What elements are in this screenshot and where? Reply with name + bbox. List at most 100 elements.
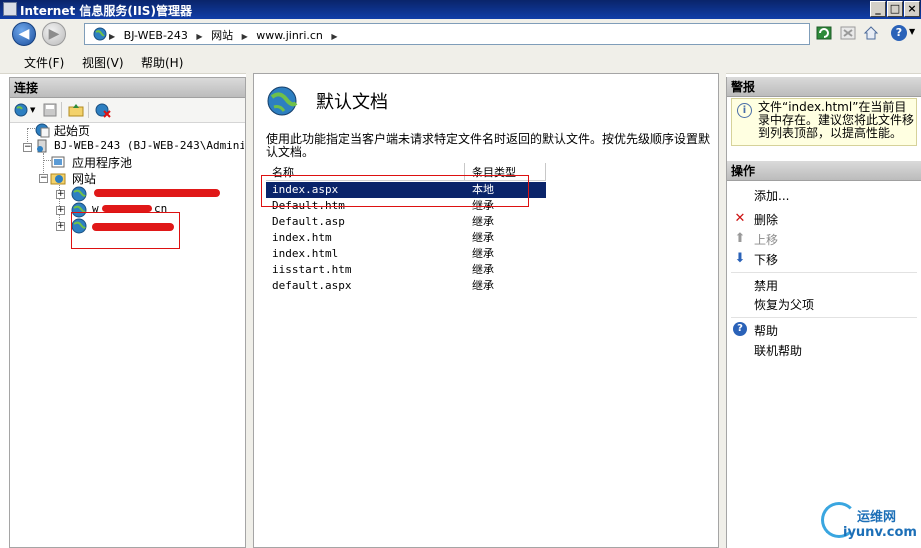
action-delete[interactable]: 删除	[754, 211, 778, 228]
globe-icon	[93, 27, 107, 41]
actions-header: 操作	[727, 161, 921, 181]
expand-icon[interactable]: +	[56, 190, 65, 199]
redaction-scribble	[102, 205, 152, 212]
menu-help[interactable]: 帮助(H)	[141, 54, 183, 71]
maximize-button[interactable]: □	[887, 1, 903, 17]
arrow-down-icon: ⬇	[734, 251, 746, 266]
forward-button[interactable]: ▶	[42, 22, 66, 46]
annotation-red-box	[261, 175, 529, 207]
site-watermark: 运维网 iyunv.com	[815, 498, 921, 548]
row-document-name: index.htm	[272, 231, 332, 244]
disconnect-icon[interactable]	[95, 102, 111, 118]
watermark-bottom-text: iyunv.com	[843, 525, 917, 540]
window-title: Internet 信息服务(IIS)管理器	[20, 4, 192, 18]
info-icon: i	[737, 103, 752, 118]
chevron-right-icon: ▶	[109, 32, 116, 41]
action-disable[interactable]: 禁用	[754, 277, 778, 294]
list-row[interactable]: iisstart.htm 继承	[266, 262, 546, 278]
row-document-name: Default.asp	[272, 215, 345, 228]
toolbar-divider	[88, 102, 89, 118]
expand-icon[interactable]: +	[56, 206, 65, 215]
home-icon[interactable]	[863, 25, 879, 41]
action-move-down[interactable]: 下移	[754, 251, 778, 268]
expand-icon[interactable]: +	[56, 222, 65, 231]
annotation-red-box	[71, 212, 180, 249]
connect-globe-icon[interactable]	[13, 102, 29, 118]
collapse-icon[interactable]: −	[23, 143, 32, 152]
back-button[interactable]: ◀	[12, 22, 36, 46]
help-icon: ?	[733, 322, 747, 336]
toolbar-divider	[61, 102, 62, 118]
list-row[interactable]: index.html 继承	[266, 246, 546, 262]
row-document-name: iisstart.htm	[272, 263, 352, 276]
title-bar: Internet 信息服务(IIS)管理器 _ □ ×	[0, 0, 921, 19]
app-pool-icon	[51, 156, 65, 168]
action-revert-to-parent[interactable]: 恢复为父项	[754, 296, 814, 313]
action-online-help[interactable]: 联机帮助	[754, 342, 802, 359]
row-entry-type: 继承	[472, 215, 494, 228]
connections-header: 连接	[10, 78, 245, 98]
row-entry-type: 继承	[472, 279, 494, 292]
breadcrumb-sites[interactable]: 网站	[211, 29, 233, 42]
tree-app-pools[interactable]: 应用程序池	[72, 154, 132, 171]
list-row[interactable]: default.aspx 继承	[266, 278, 546, 294]
page-title: 默认文档	[316, 92, 388, 113]
panel-splitter[interactable]	[719, 73, 726, 548]
alert-box: i 文件“index.html”在当前目录中存在。建议您将此文件移到列表顶部，以…	[731, 98, 917, 146]
help-dropdown-arrow-icon[interactable]: ▼	[909, 27, 915, 36]
connect-dropdown-arrow-icon[interactable]: ▼	[30, 106, 35, 114]
row-entry-type: 继承	[472, 247, 494, 260]
address-breadcrumb-box[interactable]: ▶ BJ-WEB-243 ▶ 网站 ▶ www.jinri.cn ▶	[84, 23, 810, 45]
row-document-name: default.aspx	[272, 279, 352, 292]
stop-icon[interactable]	[840, 25, 856, 41]
start-page-icon	[35, 123, 50, 138]
help-icon[interactable]: ?	[891, 25, 907, 41]
breadcrumb-site[interactable]: www.jinri.cn	[256, 29, 323, 42]
action-add[interactable]: 添加...	[754, 187, 789, 204]
minimize-button[interactable]: _	[870, 1, 886, 17]
breadcrumb-server[interactable]: BJ-WEB-243	[124, 29, 188, 42]
list-row[interactable]: Default.asp 继承	[266, 214, 546, 230]
actions-panel: 警报 i 文件“index.html”在当前目录中存在。建议您将此文件移到列表顶…	[726, 77, 921, 548]
up-level-folder-icon[interactable]	[68, 102, 84, 118]
alerts-header: 警报	[727, 77, 921, 97]
action-move-up[interactable]: 上移	[754, 231, 778, 248]
panel-splitter[interactable]	[246, 73, 253, 548]
back-arrow-icon: ◀	[18, 26, 30, 42]
menu-file[interactable]: 文件(F)	[24, 54, 64, 71]
tree-server[interactable]: BJ-WEB-243 (BJ-WEB-243\Administr	[54, 139, 244, 152]
delete-x-icon: ✕	[734, 211, 746, 226]
alert-text: 文件“index.html”在当前目录中存在。建议您将此文件移到列表顶部，以提高…	[758, 100, 915, 140]
connections-panel: 连接 ▼ 起始页 − BJ-WEB-243 (BJ-WEB-243\Admini…	[9, 77, 246, 548]
list-row[interactable]: index.htm 继承	[266, 230, 546, 246]
feature-description: 使用此功能指定当客户端未请求特定文件名时返回的默认文件。按优先级顺序设置默认文档…	[266, 132, 711, 159]
feature-panel: 默认文档 使用此功能指定当客户端未请求特定文件名时返回的默认文件。按优先级顺序设…	[253, 73, 719, 548]
forward-arrow-icon: ▶	[48, 26, 60, 42]
address-toolbar: ◀ ▶ ▶ BJ-WEB-243 ▶ 网站 ▶ www.jinri.cn ▶ ?…	[0, 19, 921, 51]
collapse-icon[interactable]: −	[39, 174, 48, 183]
action-divider	[731, 272, 917, 273]
column-divider[interactable]	[545, 163, 546, 180]
chevron-right-icon: ▶	[196, 32, 203, 41]
server-icon	[37, 139, 47, 153]
default-document-globe-icon	[267, 86, 298, 116]
chevron-right-icon: ▶	[331, 32, 338, 41]
iis-app-icon	[3, 2, 17, 16]
action-divider	[731, 317, 917, 318]
menu-bar: 文件(F) 视图(V) 帮助(H)	[0, 50, 921, 74]
menu-view[interactable]: 视图(V)	[82, 54, 124, 71]
action-help[interactable]: 帮助	[754, 322, 778, 339]
watermark-top-text: 运维网	[857, 510, 897, 525]
refresh-icon[interactable]	[816, 25, 832, 41]
row-entry-type: 继承	[472, 231, 494, 244]
redaction-scribble	[94, 189, 220, 197]
connections-toolbar: ▼	[10, 98, 245, 123]
row-entry-type: 继承	[472, 263, 494, 276]
arrow-up-icon: ⬆	[734, 231, 746, 246]
tree-start-page[interactable]: 起始页	[54, 122, 90, 139]
row-document-name: index.html	[272, 247, 339, 260]
close-button[interactable]: ×	[904, 1, 920, 17]
save-icon[interactable]	[42, 102, 58, 118]
chevron-right-icon: ▶	[241, 32, 248, 41]
sites-folder-icon	[50, 173, 66, 185]
